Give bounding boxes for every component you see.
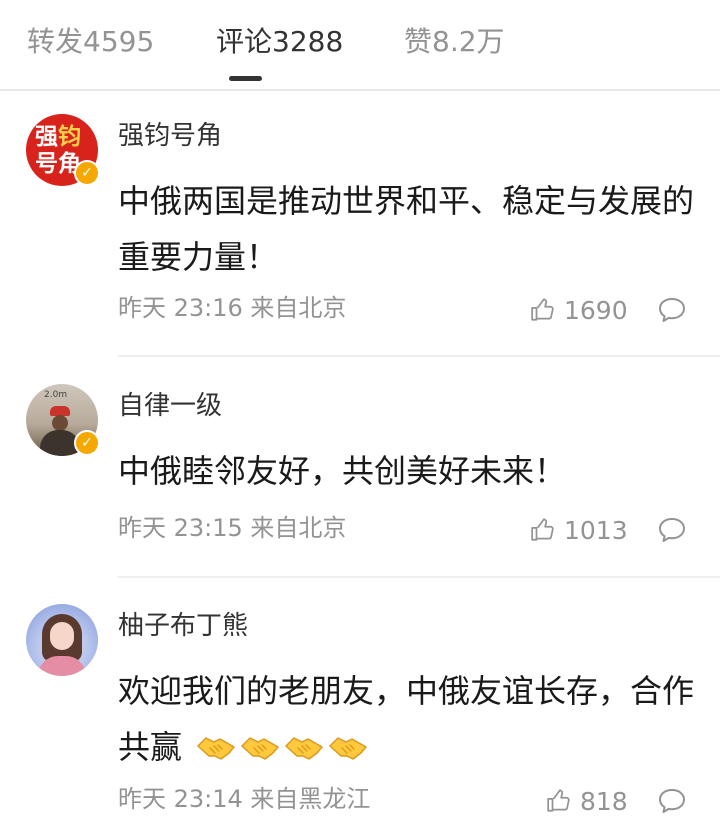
handshake-emoji: [285, 737, 323, 760]
like-count: 1690: [564, 296, 628, 325]
verified-badge-icon: ✓: [74, 160, 100, 186]
username[interactable]: 柚子布丁熊: [118, 609, 248, 643]
like-count: 818: [580, 787, 628, 816]
comment-meta: 昨天 23:15 来自北京: [118, 514, 347, 542]
comment-reply-icon[interactable]: [657, 787, 687, 815]
thumbs-up-icon[interactable]: [530, 297, 556, 323]
tab-comments[interactable]: 评论3288: [216, 22, 343, 62]
like-count: 1013: [564, 516, 628, 545]
tabs-divider: [0, 89, 720, 91]
verified-badge-icon: ✓: [74, 430, 100, 456]
username[interactable]: 强钧号角: [118, 119, 222, 153]
thumbs-up-icon[interactable]: [546, 788, 572, 814]
avatar-sign-text: 2.0m: [44, 390, 68, 400]
comment-divider: [118, 576, 720, 578]
avatar-head-shape: [52, 415, 68, 431]
avatar-face-shape: [50, 622, 74, 650]
handshake-emoji: [329, 737, 367, 760]
avatar[interactable]: [26, 604, 98, 676]
active-tab-indicator: [229, 76, 262, 81]
comment-tabs: 转发4595 评论3288 赞8.2万: [0, 0, 720, 91]
comment-meta: 昨天 23:16 来自北京: [118, 294, 347, 322]
username[interactable]: 自律一级: [118, 389, 222, 423]
handshake-emoji: [197, 737, 235, 760]
thumbs-up-icon[interactable]: [530, 517, 556, 543]
comment-divider: [118, 355, 720, 357]
comment-text: 欢迎我们的老朋友，中俄友谊长存，合作共赢: [118, 663, 703, 775]
comment-text: 中俄睦邻友好，共创美好未来！: [118, 452, 567, 490]
comment-text: 中俄两国是推动世界和平、稳定与发展的重要力量！: [118, 182, 695, 276]
comment-reply-icon[interactable]: [657, 516, 687, 544]
comment-meta: 昨天 23:14 来自黑龙江: [118, 785, 371, 813]
handshake-emoji: [241, 737, 279, 760]
comment-reply-icon[interactable]: [657, 296, 687, 324]
tab-reposts[interactable]: 转发4595: [27, 22, 154, 62]
emoji-row: [186, 728, 372, 766]
tab-likes[interactable]: 赞8.2万: [404, 22, 505, 62]
